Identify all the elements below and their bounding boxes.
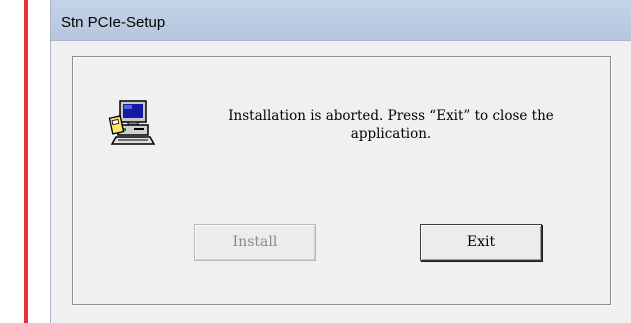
- dialog-title-bar[interactable]: Stn PCIe-Setup: [51, 0, 631, 41]
- setup-computer-icon: [108, 97, 160, 149]
- setup-dialog-window: Stn PCIe-Setup Installation is aborted. …: [50, 0, 631, 323]
- dialog-client-area: Installation is aborted. Press “Exit” to…: [51, 41, 631, 323]
- install-button[interactable]: Install: [194, 224, 316, 261]
- exit-button[interactable]: Exit: [420, 224, 542, 261]
- message-group-box: Installation is aborted. Press “Exit” to…: [72, 56, 611, 305]
- red-vertical-rule: [24, 0, 28, 323]
- status-message: Installation is aborted. Press “Exit” to…: [228, 108, 554, 142]
- dialog-title: Stn PCIe-Setup: [61, 14, 166, 31]
